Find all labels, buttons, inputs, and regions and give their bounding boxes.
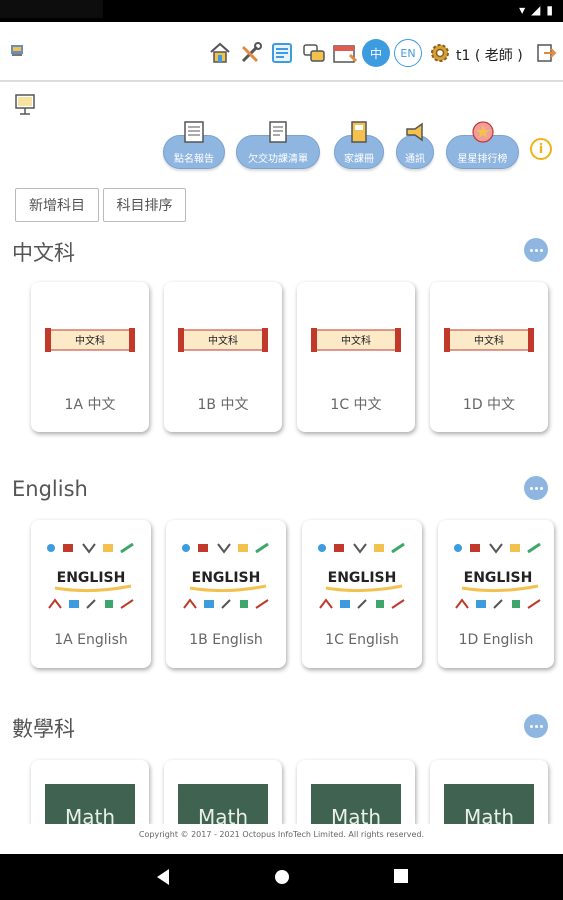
class-card-math-2[interactable]: Math xyxy=(164,760,282,824)
math-chalkboard-image: Math xyxy=(45,784,135,824)
cover-text: ENGLISH xyxy=(328,570,397,586)
class-card-1b-chinese[interactable]: 中文科 1B 中文 xyxy=(164,282,282,432)
language-en-button[interactable]: EN xyxy=(394,39,422,67)
class-card-1d-english[interactable]: ENGLISH 1D English xyxy=(438,520,554,668)
class-card-1a-chinese[interactable]: 中文科 1A 中文 xyxy=(31,282,149,432)
class-card-label: 1C English xyxy=(325,632,399,648)
homework-book-button[interactable]: 家課冊 xyxy=(334,121,384,169)
class-card-math-3[interactable]: Math xyxy=(297,760,415,824)
info-icon[interactable]: i xyxy=(530,138,552,160)
class-card-1a-english[interactable]: ENGLISH 1A English xyxy=(31,520,151,668)
class-card-math-4[interactable]: Math xyxy=(430,760,548,824)
chinese-scroll-image: 中文科 xyxy=(45,328,135,352)
status-bar: ▾ ◢ ▮ xyxy=(0,0,563,22)
gear-icon[interactable] xyxy=(427,40,453,66)
cover-text: 中文科 xyxy=(341,334,371,347)
add-subject-button[interactable]: 新增科目 xyxy=(15,188,99,222)
more-options-icon[interactable] xyxy=(524,238,548,262)
status-bar-notch xyxy=(0,0,103,18)
cover-text: Math xyxy=(198,805,248,824)
cover-text: Math xyxy=(464,805,514,824)
class-card-math-1[interactable]: Math xyxy=(31,760,149,824)
more-options-icon[interactable] xyxy=(524,476,548,500)
cover-text: 中文科 xyxy=(75,334,105,347)
homework-list-icon xyxy=(269,121,287,143)
class-card-label: 1A English xyxy=(54,632,128,648)
math-chalkboard-image: Math xyxy=(178,784,268,824)
section-title-math: 數學科 xyxy=(12,717,75,741)
more-options-icon[interactable] xyxy=(524,714,548,738)
cover-text: ENGLISH xyxy=(464,570,533,586)
cover-text: ENGLISH xyxy=(57,570,126,586)
english-cover-image: ENGLISH xyxy=(318,542,405,609)
class-card-label: 1D English xyxy=(458,632,534,648)
english-cover-image: ENGLISH xyxy=(454,542,541,609)
homework-list-button[interactable]: 欠交功課清單 xyxy=(236,121,320,169)
chinese-scroll-image: 中文科 xyxy=(311,328,401,352)
home-icon[interactable] xyxy=(207,40,233,66)
class-card-1c-english[interactable]: ENGLISH 1C English xyxy=(302,520,422,668)
star-ranking-button[interactable]: 星星排行榜 xyxy=(446,121,519,169)
top-bar: 中 EN t1 ( 老師 ) xyxy=(0,22,563,82)
attendance-icon xyxy=(184,121,204,143)
homework-book-label: 家課冊 xyxy=(344,153,374,165)
notice-board-icon[interactable] xyxy=(269,40,295,66)
english-cover-image: ENGLISH xyxy=(47,542,134,609)
class-card-1d-chinese[interactable]: 中文科 1D 中文 xyxy=(430,282,548,432)
star-ranking-label: 星星排行榜 xyxy=(457,153,508,165)
cover-text: 中文科 xyxy=(208,334,238,347)
wifi-icon: ▾ xyxy=(519,3,526,17)
class-card-label: 1C 中文 xyxy=(330,397,382,413)
class-card-1b-english[interactable]: ENGLISH 1B English xyxy=(166,520,286,668)
system-nav-bar xyxy=(0,854,563,900)
cover-text: Math xyxy=(65,805,115,824)
calendar-icon[interactable] xyxy=(332,40,358,66)
chinese-scroll-image: 中文科 xyxy=(178,328,268,352)
homework-list-label: 欠交功課清單 xyxy=(248,153,308,165)
cover-text: ENGLISH xyxy=(192,570,261,586)
communication-label: 通訊 xyxy=(405,153,425,165)
tools-icon[interactable] xyxy=(238,40,264,66)
cover-text: 中文科 xyxy=(474,334,504,347)
app-logo-icon[interactable] xyxy=(9,42,25,58)
language-zh-button[interactable]: 中 xyxy=(362,39,390,67)
chat-icon[interactable] xyxy=(301,40,327,66)
status-icons: ▾ ◢ ▮ xyxy=(519,3,553,17)
recents-icon[interactable] xyxy=(393,868,409,884)
classroom-board-icon[interactable] xyxy=(13,92,37,116)
user-label: t1 ( 老師 ) xyxy=(456,48,523,64)
class-card-label: 1B English xyxy=(189,632,263,648)
section-title-english: English xyxy=(12,477,88,501)
class-card-label: 1B 中文 xyxy=(197,397,249,413)
chinese-scroll-image: 中文科 xyxy=(444,328,534,352)
section-title-chinese: 中文科 xyxy=(12,241,75,265)
copyright-footer: Copyright © 2017 - 2021 Octopus InfoTech… xyxy=(0,824,563,854)
class-card-label: 1D 中文 xyxy=(462,397,516,413)
class-card-1c-chinese[interactable]: 中文科 1C 中文 xyxy=(297,282,415,432)
cover-text: Math xyxy=(331,805,381,824)
battery-icon: ▮ xyxy=(546,3,553,17)
back-icon[interactable] xyxy=(155,868,171,886)
communication-button[interactable]: 通訊 xyxy=(396,122,434,169)
signal-icon: ◢ xyxy=(531,3,541,17)
home-nav-icon[interactable] xyxy=(273,868,291,886)
english-cover-image: ENGLISH xyxy=(182,542,269,609)
homework-book-icon xyxy=(351,121,367,143)
attendance-report-button[interactable]: 點名報告 xyxy=(163,121,225,169)
star-icon xyxy=(471,121,494,143)
logout-icon[interactable] xyxy=(533,40,559,66)
math-chalkboard-image: Math xyxy=(444,784,534,824)
class-card-label: 1A 中文 xyxy=(64,397,116,413)
sort-subject-button[interactable]: 科目排序 xyxy=(103,188,186,222)
megaphone-icon xyxy=(406,122,423,142)
math-chalkboard-image: Math xyxy=(311,784,401,824)
attendance-report-label: 點名報告 xyxy=(174,153,214,165)
